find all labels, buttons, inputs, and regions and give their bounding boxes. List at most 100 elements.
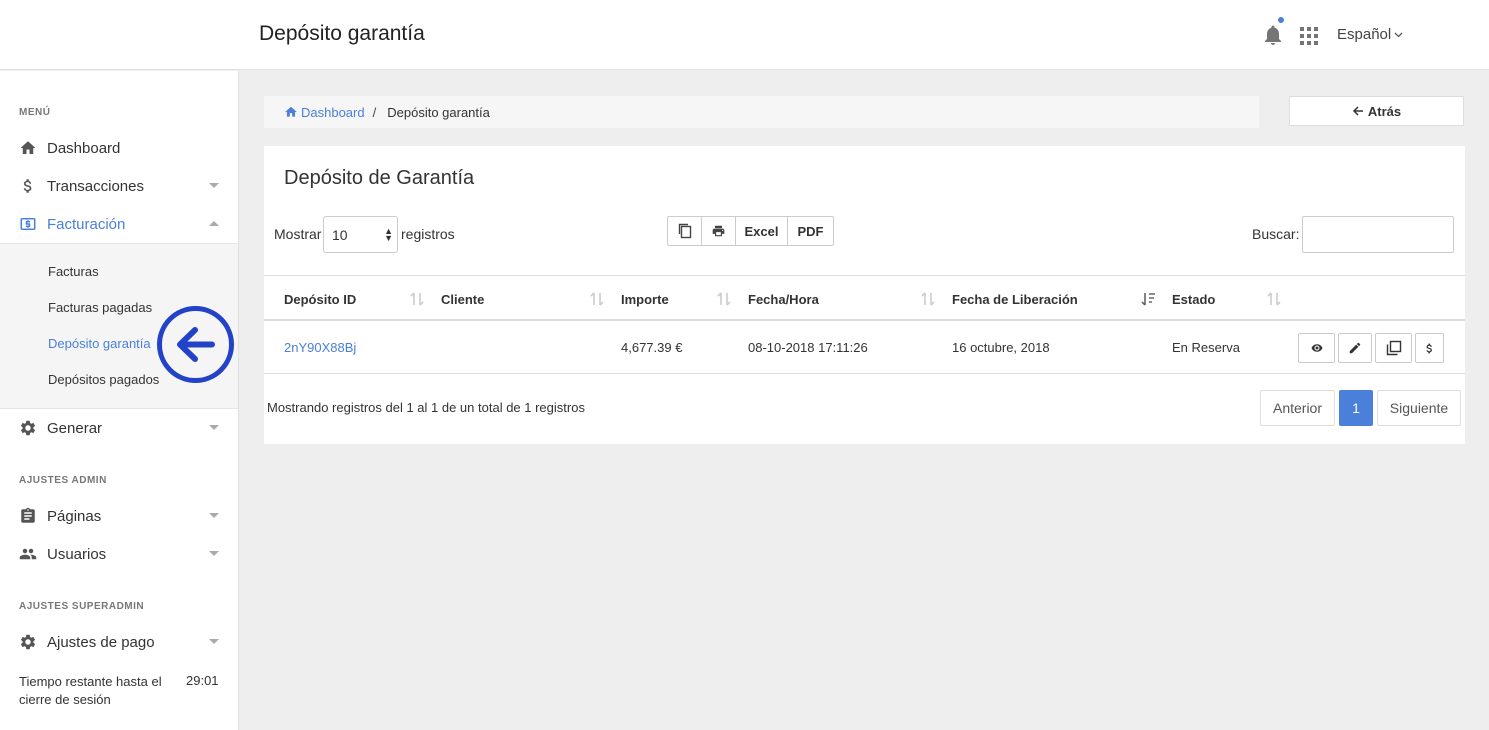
deposit-id-link[interactable]: 2nY90X88Bj xyxy=(284,340,356,355)
submenu-item-facturas[interactable]: Facturas xyxy=(48,264,99,279)
breadcrumb-current: Depósito garantía xyxy=(387,104,490,120)
search-input[interactable] xyxy=(1302,216,1454,253)
menu-section-label: MENÚ xyxy=(19,107,51,118)
search-label: Buscar: xyxy=(1252,226,1300,242)
gear-icon xyxy=(19,633,37,651)
breadcrumb-home-label: Dashboard xyxy=(301,104,365,120)
chevron-down-icon xyxy=(209,183,219,188)
excel-button[interactable]: Excel xyxy=(736,217,788,245)
column-header-importe[interactable]: Importe xyxy=(621,292,669,307)
pagination-prev[interactable]: Anterior xyxy=(1260,390,1335,426)
column-header-estado[interactable]: Estado xyxy=(1172,292,1215,307)
sort-icon[interactable] xyxy=(717,291,731,307)
view-button[interactable] xyxy=(1298,333,1335,363)
edit-button[interactable] xyxy=(1338,333,1372,363)
pagination-page-current[interactable]: 1 xyxy=(1339,390,1373,426)
pagination-next[interactable]: Siguiente xyxy=(1377,390,1461,426)
submenu-item-depositos-pagados[interactable]: Depósitos pagados xyxy=(48,372,159,387)
estado-cell: En Reserva xyxy=(1172,340,1240,355)
column-header-fecha-hora[interactable]: Fecha/Hora xyxy=(748,292,819,307)
sidebar-item-label: Usuarios xyxy=(47,545,107,563)
fecha-liberacion-cell: 16 octubre, 2018 xyxy=(952,340,1050,355)
chevron-down-icon xyxy=(1394,32,1403,37)
chevron-down-icon xyxy=(209,425,219,430)
chevron-up-icon xyxy=(209,221,219,226)
breadcrumb: Dashboard / Depósito garantía xyxy=(264,96,1259,128)
dollar-icon xyxy=(1426,343,1432,353)
chevron-down-icon xyxy=(209,639,219,644)
sidebar-item-transacciones[interactable]: Transacciones xyxy=(0,167,238,205)
sort-icon[interactable] xyxy=(590,291,604,307)
admin-section-label: AJUSTES ADMIN xyxy=(19,475,107,486)
page-length-value: 10 xyxy=(332,226,348,243)
sidebar-item-label: Ajustes de pago xyxy=(47,633,155,651)
select-arrows-icon: ▲ ▼ xyxy=(384,226,393,243)
bell-icon[interactable] xyxy=(1261,22,1285,48)
home-icon xyxy=(19,139,37,157)
sidebar-item-facturacion[interactable]: Facturación xyxy=(0,205,238,243)
pdf-button[interactable]: PDF xyxy=(788,217,833,245)
submenu-item-facturas-pagadas[interactable]: Facturas pagadas xyxy=(48,300,152,315)
arrow-left-icon xyxy=(1352,106,1363,116)
payment-button[interactable] xyxy=(1415,333,1444,363)
pencil-icon xyxy=(1349,342,1361,354)
sidebar-item-usuarios[interactable]: Usuarios xyxy=(0,535,238,573)
notification-dot xyxy=(1278,17,1284,23)
table-row: 2nY90X88Bj 4,677.39 € 08-10-2018 17:11:2… xyxy=(264,322,1465,374)
sidebar-item-dashboard[interactable]: Dashboard xyxy=(0,129,238,167)
records-label: registros xyxy=(401,226,455,242)
sort-icon[interactable] xyxy=(410,291,424,307)
column-header-fecha-liberacion[interactable]: Fecha de Liberación xyxy=(952,292,1078,307)
sidebar-item-paginas[interactable]: Páginas xyxy=(0,497,238,535)
sidebar-item-label: Transacciones xyxy=(47,177,144,195)
session-timeout-label: Tiempo restante hasta el cierre de sesió… xyxy=(19,674,162,707)
page-title: Depósito garantía xyxy=(259,22,425,45)
chevron-down-icon xyxy=(209,551,219,556)
sidebar: MENÚ Dashboard Transacciones Facturación… xyxy=(0,71,239,730)
eye-icon xyxy=(1311,344,1322,352)
top-bar: Depósito garantía Español xyxy=(0,0,1489,70)
invoice-icon xyxy=(19,215,37,233)
apps-grid-icon[interactable] xyxy=(1299,26,1319,46)
fecha-hora-cell: 08-10-2018 17:11:26 xyxy=(748,340,868,355)
dollar-icon xyxy=(19,177,37,195)
annotation-arrow-icon xyxy=(157,306,234,383)
sort-icon[interactable] xyxy=(921,291,935,307)
home-icon xyxy=(285,106,297,117)
column-header-deposito-id[interactable]: Depósito ID xyxy=(284,292,356,307)
copy-icon xyxy=(1386,340,1401,356)
superadmin-section-label: AJUSTES SUPERADMIN xyxy=(19,601,145,612)
sort-desc-icon[interactable] xyxy=(1141,291,1155,307)
back-button-label: Atrás xyxy=(1367,103,1402,119)
page-length-select[interactable]: 10 ▲ ▼ xyxy=(323,216,398,253)
language-selector[interactable]: Español xyxy=(1337,26,1403,43)
breadcrumb-home-link[interactable]: Dashboard xyxy=(284,105,365,120)
session-timer: 29:01 xyxy=(186,673,219,688)
export-buttons: Excel PDF xyxy=(667,216,834,246)
importe-cell: 4,677.39 € xyxy=(621,340,683,355)
sidebar-item-label: Facturación xyxy=(47,215,126,233)
clipboard-icon xyxy=(19,507,37,525)
copy-button[interactable] xyxy=(668,217,702,245)
sidebar-item-generar[interactable]: Generar xyxy=(0,409,238,447)
sidebar-item-label: Páginas xyxy=(47,507,102,525)
print-icon xyxy=(712,225,725,237)
users-icon xyxy=(19,545,37,563)
copy-row-button[interactable] xyxy=(1375,333,1412,363)
submenu-item-deposito-garantia[interactable]: Depósito garantía xyxy=(48,336,151,351)
back-button[interactable]: Atrás xyxy=(1289,96,1464,126)
table-info: Mostrando registros del 1 al 1 de un tot… xyxy=(267,400,585,415)
column-header-cliente[interactable]: Cliente xyxy=(441,292,484,307)
table-header: Depósito ID Cliente Importe Fecha/Hora F… xyxy=(264,275,1465,321)
chevron-down-icon xyxy=(209,513,219,518)
sort-icon[interactable] xyxy=(1267,291,1281,307)
deposit-card: Depósito de Garantía Mostrar 10 ▲ ▼ regis… xyxy=(264,146,1465,444)
sidebar-item-ajustes-pago[interactable]: Ajustes de pago xyxy=(0,623,238,661)
print-button[interactable] xyxy=(702,217,736,245)
copy-icon xyxy=(678,223,691,239)
show-label: Mostrar xyxy=(274,226,322,242)
breadcrumb-separator: / xyxy=(372,104,377,120)
card-title: Depósito de Garantía xyxy=(284,167,475,189)
language-label: Español xyxy=(1337,26,1392,43)
sidebar-item-label: Dashboard xyxy=(47,139,121,157)
